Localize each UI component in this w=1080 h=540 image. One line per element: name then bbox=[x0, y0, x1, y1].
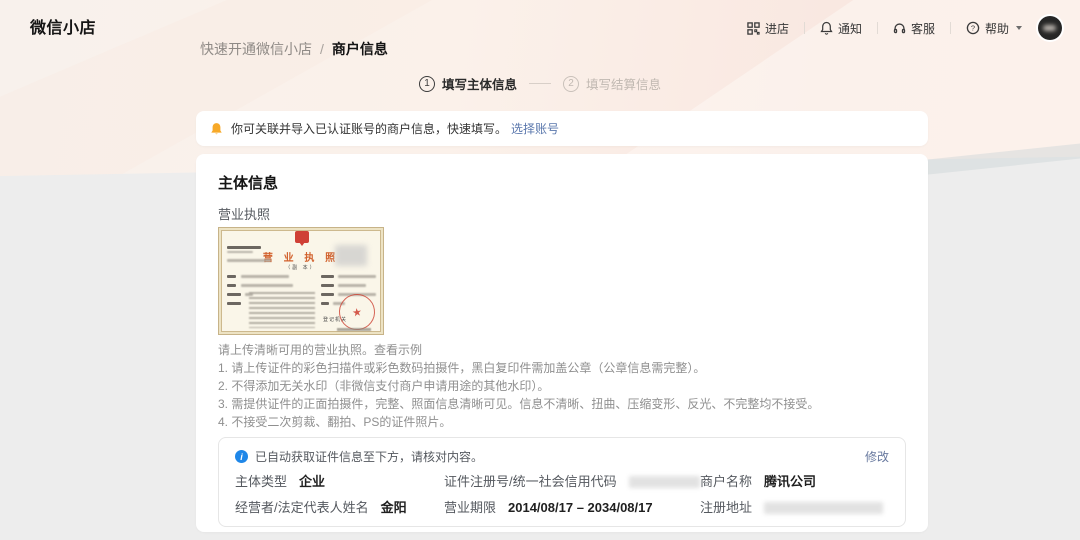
license-text-line bbox=[227, 259, 271, 262]
step-1-number: 1 bbox=[418, 75, 435, 92]
svg-text:?: ? bbox=[971, 24, 975, 33]
breadcrumb-separator: / bbox=[320, 41, 324, 57]
avatar[interactable] bbox=[1038, 16, 1062, 40]
license-text-line bbox=[227, 251, 253, 253]
license-paragraph-block bbox=[249, 292, 315, 328]
step-indicator: 1 填写主体信息 2 填写结算信息 bbox=[0, 74, 1080, 93]
business-license-image[interactable]: 营 业 执 照 （副 本） 登记机关 ★ bbox=[218, 227, 384, 335]
tips-intro-text: 请上传清晰可用的营业执照。 bbox=[218, 343, 375, 357]
license-text-line bbox=[338, 275, 376, 278]
tip-item-2: 2. 不得添加无关水印（非微信支付商户申请用途的其他水印）。 bbox=[218, 379, 550, 393]
tips-intro: 请上传清晰可用的营业执照。查看示例 bbox=[218, 343, 906, 357]
support-label: 客服 bbox=[910, 21, 935, 36]
view-example-link[interactable]: 查看示例 bbox=[374, 343, 422, 357]
license-emblem-icon bbox=[295, 231, 309, 243]
field-registered-address: 注册地址 bbox=[700, 500, 883, 516]
headset-icon bbox=[893, 22, 906, 33]
step-1-label: 填写主体信息 bbox=[441, 78, 517, 92]
enter-store-label: 进店 bbox=[764, 21, 789, 36]
step-2-number: 2 bbox=[563, 75, 579, 92]
page-title: 商户信息 bbox=[331, 41, 388, 57]
redacted-value bbox=[764, 502, 883, 514]
license-seal-icon: ★ bbox=[336, 291, 378, 333]
enter-store-button[interactable]: 进店 bbox=[747, 20, 789, 37]
step-connector bbox=[529, 83, 551, 84]
license-text-line bbox=[338, 284, 366, 287]
edit-link[interactable]: 修改 bbox=[865, 448, 889, 465]
panel-header: i 已自动获取证件信息至下方，请核对内容。 修改 bbox=[235, 448, 889, 465]
redacted-value bbox=[628, 476, 700, 488]
step-1-fill-subject-info: 1 填写主体信息 bbox=[418, 74, 517, 93]
topbar-actions: 进店 通知 客服 ? 帮助 bbox=[747, 16, 1062, 40]
license-text-line bbox=[241, 284, 293, 287]
divider bbox=[876, 22, 878, 34]
question-icon: ? bbox=[966, 21, 980, 35]
bell-icon bbox=[211, 122, 222, 134]
breadcrumb: 快速开通微信小店 / 商户信息 bbox=[200, 39, 388, 59]
divider bbox=[803, 22, 805, 34]
field-legal-representative: 经营者/法定代表人姓名 金阳 bbox=[235, 500, 407, 515]
notifications-label: 通知 bbox=[837, 21, 862, 36]
bell-icon bbox=[820, 21, 833, 35]
license-text-line bbox=[241, 275, 289, 278]
field-business-term: 营业期限 2014/08/17 – 2034/08/17 bbox=[444, 500, 653, 515]
license-text-line bbox=[227, 246, 261, 249]
panel-notice-text: 已自动获取证件信息至下方，请核对内容。 bbox=[255, 450, 484, 464]
step-2-fill-settlement-info: 2 填写结算信息 bbox=[563, 74, 661, 93]
license-fields-grid: 主体类型 企业 证件注册号/统一社会信用代码 商户名称 腾讯公司 经营者/法定代… bbox=[235, 474, 889, 516]
qr-code-icon bbox=[747, 21, 760, 35]
info-icon: i bbox=[235, 450, 248, 463]
field-credit-code: 证件注册号/统一社会信用代码 bbox=[444, 474, 700, 490]
license-text-line bbox=[227, 293, 241, 296]
notice-text: 你可关联并导入已认证账号的商户信息，快速填写。 bbox=[231, 122, 508, 136]
notifications-button[interactable]: 通知 bbox=[820, 20, 862, 37]
section-title: 主体信息 bbox=[218, 175, 279, 192]
merchant-info-card: 主体信息 营业执照 营 业 执 照 （副 本） 登记机关 ★ 请上传清晰可用的营… bbox=[196, 154, 928, 532]
field-merchant-name: 商户名称 腾讯公司 bbox=[700, 474, 817, 489]
divider bbox=[949, 22, 951, 34]
tip-item-4: 4. 不接受二次剪裁、翻拍、PS的证件照片。 bbox=[218, 415, 452, 429]
app-logo: 微信小店 bbox=[30, 20, 97, 37]
license-date-line bbox=[337, 328, 371, 331]
breadcrumb-parent-link[interactable]: 快速开通微信小店 bbox=[200, 39, 312, 59]
notice-bar: 你可关联并导入已认证账号的商户信息，快速填写。 选择账号 bbox=[196, 111, 928, 146]
license-text-line bbox=[321, 284, 334, 287]
license-field-label: 营业执照 bbox=[218, 207, 271, 222]
license-text-line bbox=[321, 275, 334, 278]
tip-item-3: 3. 需提供证件的正面拍摄件，完整、照面信息清晰可见。信息不清晰、扭曲、压缩变形… bbox=[218, 397, 820, 411]
tip-item-1: 1. 请上传证件的彩色扫描件或彩色数码拍摄件，黑白复印件需加盖公章（公章信息需完… bbox=[218, 361, 706, 375]
help-button[interactable]: ? 帮助 bbox=[966, 20, 1022, 37]
avatar-logo bbox=[1043, 25, 1056, 31]
license-text-line bbox=[321, 302, 329, 305]
chevron-down-icon bbox=[1016, 26, 1022, 30]
license-text-line bbox=[321, 293, 334, 296]
license-text-line bbox=[227, 275, 236, 278]
help-label: 帮助 bbox=[984, 21, 1009, 36]
select-account-link[interactable]: 选择账号 bbox=[511, 120, 559, 137]
step-2-label: 填写结算信息 bbox=[586, 78, 662, 92]
field-subject-type: 主体类型 企业 bbox=[235, 474, 326, 489]
license-redacted-area bbox=[335, 245, 367, 266]
license-info-panel: i 已自动获取证件信息至下方，请核对内容。 修改 主体类型 企业 证件注册号/统… bbox=[218, 437, 906, 527]
license-text-line bbox=[227, 302, 241, 305]
license-text-line bbox=[227, 284, 236, 287]
support-button[interactable]: 客服 bbox=[893, 20, 935, 37]
